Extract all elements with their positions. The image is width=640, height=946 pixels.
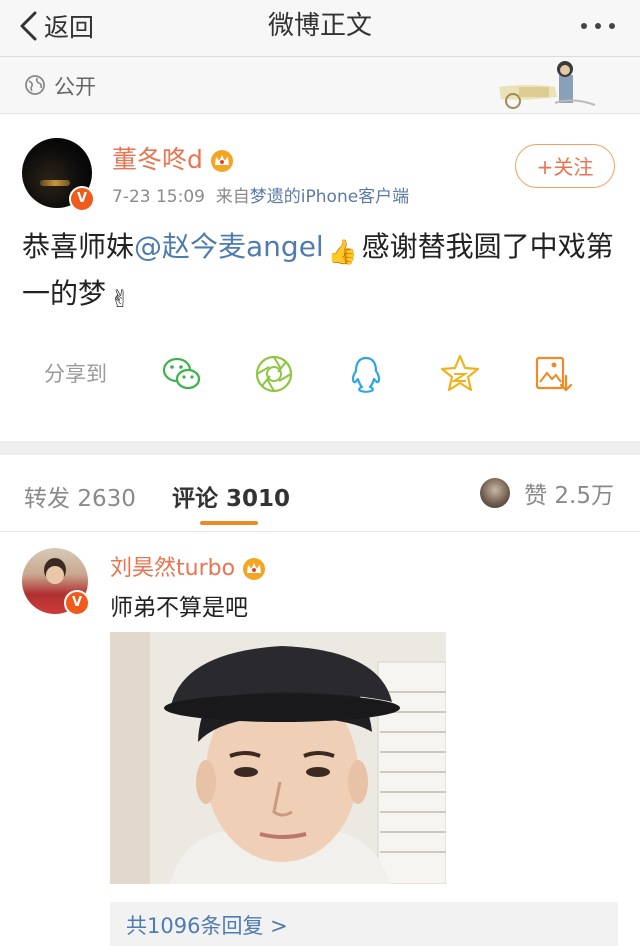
post-text-part1: 恭喜师妹 [22,230,135,263]
avatar-light [40,180,70,186]
active-tab-indicator [200,521,258,525]
globe-icon [25,75,45,95]
post-author-name[interactable]: 董冬咚d [112,145,203,174]
tab-likes[interactable]: 赞 2.5万 [480,475,614,511]
tab-comments-count: 3010 [226,486,291,512]
post-source[interactable]: 梦遗的iPhone客户端 [250,187,409,207]
commenter-row: 刘昊然turbo [110,550,267,582]
avatar-face [46,566,64,584]
comment-text: 师弟不算是吧 [110,595,248,621]
post-time: 7-23 15:09 [112,187,205,207]
follow-button[interactable]: +关注 [515,144,615,188]
crown-icon [210,150,233,172]
visibility-row: 公开 [0,57,640,114]
tab-likes-count: 2.5万 [554,483,614,509]
replies-box[interactable]: 共1096条回复 > [110,902,618,946]
commenter-verified-badge: V [64,590,90,616]
liker-avatar [480,478,511,508]
decorative-illustration [499,61,596,109]
visibility-label: 公开 [54,75,96,99]
replies-link[interactable]: 共1096条回复 > [126,910,288,940]
thumbs-up-emoji: 👍 [327,238,358,266]
moments-icon[interactable] [252,352,296,396]
qq-icon[interactable] [344,352,388,396]
share-row: 分享到 [0,352,640,396]
commenter-name[interactable]: 刘昊然turbo [110,556,235,581]
post-author-row: 董冬咚d [112,140,235,176]
nav-bar: 返回 微博正文 [0,0,640,57]
wechat-icon[interactable] [160,352,204,396]
tab-reposts-label: 转发 [24,486,70,512]
comment-item: V 刘昊然turbo 师弟不算是吧 共1096条回复 > [0,532,640,946]
comment-photo[interactable] [110,632,446,884]
tab-comments[interactable]: 评论 3010 [172,479,290,513]
section-divider [0,441,640,455]
save-image-icon[interactable] [532,352,576,396]
qzone-icon[interactable] [438,352,482,396]
tab-reposts-count: 2630 [77,486,136,512]
mention-link[interactable]: @赵今麦angel [134,230,324,263]
verified-badge: V [69,186,95,212]
post-text: 恭喜师妹@赵今麦angel 👍 感谢替我圆了中戏第一的梦 ✌ [22,226,622,320]
crown-icon [243,558,266,580]
more-dots-icon[interactable] [578,12,618,40]
tab-comments-label: 评论 [172,486,218,512]
tab-reposts[interactable]: 转发 2630 [24,479,136,513]
post-source-prefix: 来自 [215,187,250,207]
post-meta: 7-23 15:09 来自梦遗的iPhone客户端 [112,182,409,207]
tab-likes-label: 赞 [524,483,548,509]
victory-emoji: ✌ [110,285,131,313]
share-label: 分享到 [44,362,107,386]
page-title: 微博正文 [267,11,372,41]
interaction-tabs: 转发 2630 评论 3010 赞 2.5万 [0,455,640,532]
